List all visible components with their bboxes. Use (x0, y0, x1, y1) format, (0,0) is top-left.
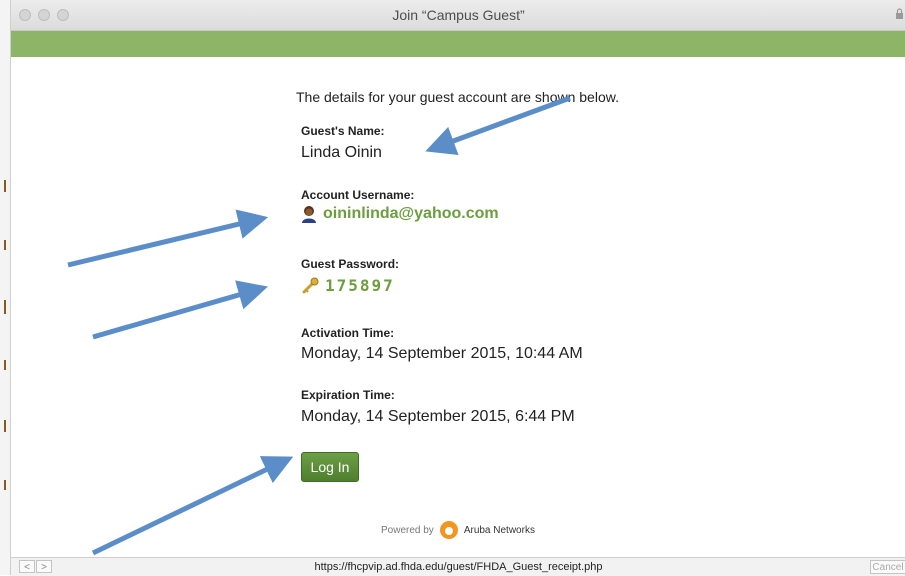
cancel-button[interactable]: Cancel (870, 560, 905, 574)
captive-portal-window: Join “Campus Guest” The details for your… (10, 0, 905, 576)
background-mark (4, 240, 6, 250)
background-mark (4, 480, 6, 490)
powered-by-text: Powered by (381, 524, 434, 536)
activation-time-label: Activation Time: (301, 326, 395, 340)
intro-text: The details for your guest account are s… (296, 89, 619, 105)
aruba-logo-icon (439, 521, 458, 539)
title-bar: Join “Campus Guest” (11, 0, 905, 31)
receipt-content: The details for your guest account are s… (11, 57, 905, 557)
window-title: Join “Campus Guest” (392, 7, 525, 23)
page-url: https://fhcpvip.ad.fhda.edu/guest/FHDA_G… (314, 561, 603, 573)
background-mark (4, 180, 6, 192)
expiration-time-value: Monday, 14 September 2015, 6:44 PM (301, 408, 575, 425)
username-value: oininlinda@yahoo.com (323, 205, 499, 222)
username-row: oininlinda@yahoo.com (301, 205, 499, 223)
log-in-button[interactable]: Log In (301, 452, 359, 482)
password-row: 175897 (301, 276, 395, 295)
status-bar: < > https://fhcpvip.ad.fhda.edu/guest/FH… (11, 557, 905, 576)
password-value: 175897 (325, 276, 395, 295)
lock-icon (896, 8, 903, 19)
background-mark (4, 300, 6, 314)
guest-name-value: Linda Oinin (301, 144, 382, 161)
guest-name-label: Guest's Name: (301, 124, 385, 138)
password-label: Guest Password: (301, 257, 400, 271)
background-mark (4, 360, 6, 370)
key-icon (302, 277, 319, 293)
username-label: Account Username: (301, 188, 415, 202)
powered-by: Powered by Aruba Networks (381, 520, 535, 540)
user-avatar-icon (302, 206, 316, 223)
brand-name[interactable]: Aruba Networks (464, 525, 535, 536)
left-background-strip (0, 0, 10, 575)
expiration-time-label: Expiration Time: (301, 388, 395, 402)
background-mark (4, 420, 6, 432)
portal-header-bar (11, 31, 905, 57)
activation-time-value: Monday, 14 September 2015, 10:44 AM (301, 345, 583, 362)
